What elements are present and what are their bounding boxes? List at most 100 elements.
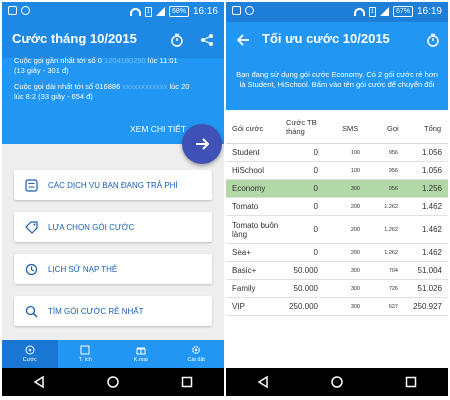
bottom-navigation: Cước T. ích K.mại Cài đặt: [2, 340, 224, 368]
status-time: 16:19: [416, 6, 442, 17]
sms-cost: 100: [350, 167, 360, 174]
recents-nav-icon[interactable]: [180, 375, 194, 389]
table-row[interactable]: Student 0 100 956 1.056: [226, 144, 448, 162]
signal-icon: [155, 7, 165, 16]
notification-icon: [8, 6, 17, 15]
plan-name[interactable]: HiSchool: [232, 162, 282, 179]
share-icon[interactable]: [198, 31, 216, 49]
col-header-monthly-fee: Cước TB tháng: [286, 118, 324, 136]
col-header-plan: Gói cước: [232, 124, 264, 133]
battery-indicator: 67%: [392, 6, 413, 17]
call-cost: 956: [388, 167, 398, 174]
notification-icon: [21, 6, 30, 15]
call-cost: 1.262: [384, 226, 398, 233]
tag-icon: [24, 220, 38, 234]
home-nav-icon[interactable]: [106, 375, 120, 389]
table-header: Gói cước Cước TB tháng SMS Gọi Tổng: [226, 110, 448, 144]
page-title: Tối ưu cước 10/2015: [262, 31, 390, 46]
col-header-call: Gọi: [387, 124, 399, 133]
paid-services-button[interactable]: CÁC DỊCH VỤ BẠN ĐANG TRẢ PHÍ: [14, 170, 212, 200]
menu-label: LỊCH SỬ NẠP THẺ: [48, 264, 118, 274]
left-phone-screen: 1 68% 16:16 Cước tháng 10/2015 Cuộc gọi …: [2, 2, 224, 396]
call-cost: 704: [388, 267, 398, 274]
table-row-current-plan[interactable]: Economy 0 300 956 1.256: [226, 180, 448, 198]
sim-icon: 1: [368, 6, 376, 17]
choose-plan-button[interactable]: LỰA CHỌN GÓI CƯỚC: [14, 212, 212, 242]
monthly-fee: 0: [313, 148, 318, 157]
longest-call-time: lúc 20: [169, 82, 190, 91]
sms-cost: 200: [350, 203, 360, 210]
signal-icon: [379, 7, 389, 16]
promotion-icon: [136, 347, 146, 355]
recents-nav-icon[interactable]: [404, 375, 418, 389]
table-row[interactable]: Basic+ 50.000 300 704 51.004: [226, 262, 448, 280]
gear-icon: [192, 346, 201, 354]
topup-history-button[interactable]: LỊCH SỬ NẠP THẺ: [14, 254, 212, 284]
call-cost: 956: [388, 185, 398, 192]
recent-call-line: Cuộc gọi gần nhất tới số 0 1204180250 lú…: [14, 56, 178, 65]
app-bar: Cước tháng 10/2015: [2, 22, 224, 58]
sms-cost: 200: [350, 226, 360, 233]
total-cost: 1.056: [421, 148, 442, 157]
plan-name[interactable]: Economy: [232, 180, 282, 197]
longest-call-line: Cuộc gọi dài nhất tới số 016886 xxxxxxxx…: [14, 82, 189, 91]
recent-call-duration: (13 giây - 301 đ): [14, 66, 69, 75]
sms-cost: 300: [350, 285, 360, 292]
nav-tab-label: T. ích: [78, 357, 92, 363]
wifi-icon: [129, 7, 141, 16]
plan-name[interactable]: Sea+: [232, 244, 282, 261]
col-header-fee-line2: tháng: [286, 127, 305, 136]
plan-name[interactable]: VIP: [232, 298, 282, 315]
monthly-fee: 0: [313, 184, 318, 193]
status-time: 16:16: [192, 6, 218, 17]
table-row[interactable]: VIP 250.000 300 627 250.927: [226, 298, 448, 316]
table-row[interactable]: Tomato buôn làng 0 200 1.262 1.462: [226, 216, 448, 244]
monthly-fee: 0: [313, 166, 318, 175]
table-row[interactable]: Family 50.000 300 726 51.026: [226, 280, 448, 298]
table-row[interactable]: HiSchool 0 100 956 1.056: [226, 162, 448, 180]
next-fab-button[interactable]: [182, 124, 222, 164]
call-cost: 726: [388, 285, 398, 292]
sms-cost: 300: [350, 185, 360, 192]
total-cost: 250.927: [413, 302, 442, 311]
monthly-fee: 50.000: [293, 266, 318, 275]
total-cost: 1.256: [421, 184, 442, 193]
battery-indicator: 68%: [168, 6, 189, 17]
wifi-icon: [353, 7, 365, 16]
fees-icon: [25, 345, 35, 355]
monthly-fee: 0: [313, 248, 318, 257]
sms-cost: 200: [350, 249, 360, 256]
arrow-back-icon[interactable]: [234, 31, 252, 49]
menu-label: LỰA CHỌN GÓI CƯỚC: [48, 222, 135, 232]
plan-name[interactable]: Student: [232, 144, 282, 161]
view-details-link[interactable]: XEM CHI TIẾT: [130, 124, 186, 134]
sim-icon: 1: [144, 6, 152, 17]
nav-tab-fees[interactable]: Cước: [2, 340, 58, 368]
page-title: Cước tháng 10/2015: [12, 31, 137, 46]
longest-call-text: Cuộc gọi dài nhất tới số 016886: [14, 82, 121, 91]
back-nav-icon[interactable]: [256, 375, 270, 389]
call-cost: 627: [388, 303, 398, 310]
history-icon: [24, 262, 38, 276]
back-nav-icon[interactable]: [32, 375, 46, 389]
total-cost: 51.004: [417, 266, 442, 275]
nav-tab-label: Cài đặt: [187, 357, 205, 363]
plan-name[interactable]: Tomato: [232, 198, 282, 215]
nav-tab-utilities[interactable]: T. ích: [58, 340, 114, 368]
nav-tab-settings[interactable]: Cài đặt: [169, 340, 225, 368]
timer-icon[interactable]: [424, 31, 442, 49]
find-cheapest-plan-button[interactable]: TÌM GÓI CƯỚC RẺ NHẤT: [14, 296, 212, 326]
table-row[interactable]: Sea+ 0 200 1.262 1.462: [226, 244, 448, 262]
menu-label: CÁC DỊCH VỤ BẠN ĐANG TRẢ PHÍ: [48, 180, 178, 190]
home-nav-icon[interactable]: [330, 375, 344, 389]
plan-name[interactable]: Tomato buôn làng: [232, 216, 282, 243]
plan-name[interactable]: Family: [232, 280, 282, 297]
search-icon: [24, 304, 38, 318]
timer-icon[interactable]: [168, 31, 186, 49]
total-cost: 1.462: [421, 225, 442, 234]
plan-name[interactable]: Basic+: [232, 262, 282, 279]
recent-call-time: lúc 11:01: [147, 56, 178, 65]
table-row[interactable]: Tomato 0 200 1.262 1.462: [226, 198, 448, 216]
nav-tab-label: K.mại: [133, 357, 148, 363]
nav-tab-promotions[interactable]: K.mại: [113, 340, 169, 368]
